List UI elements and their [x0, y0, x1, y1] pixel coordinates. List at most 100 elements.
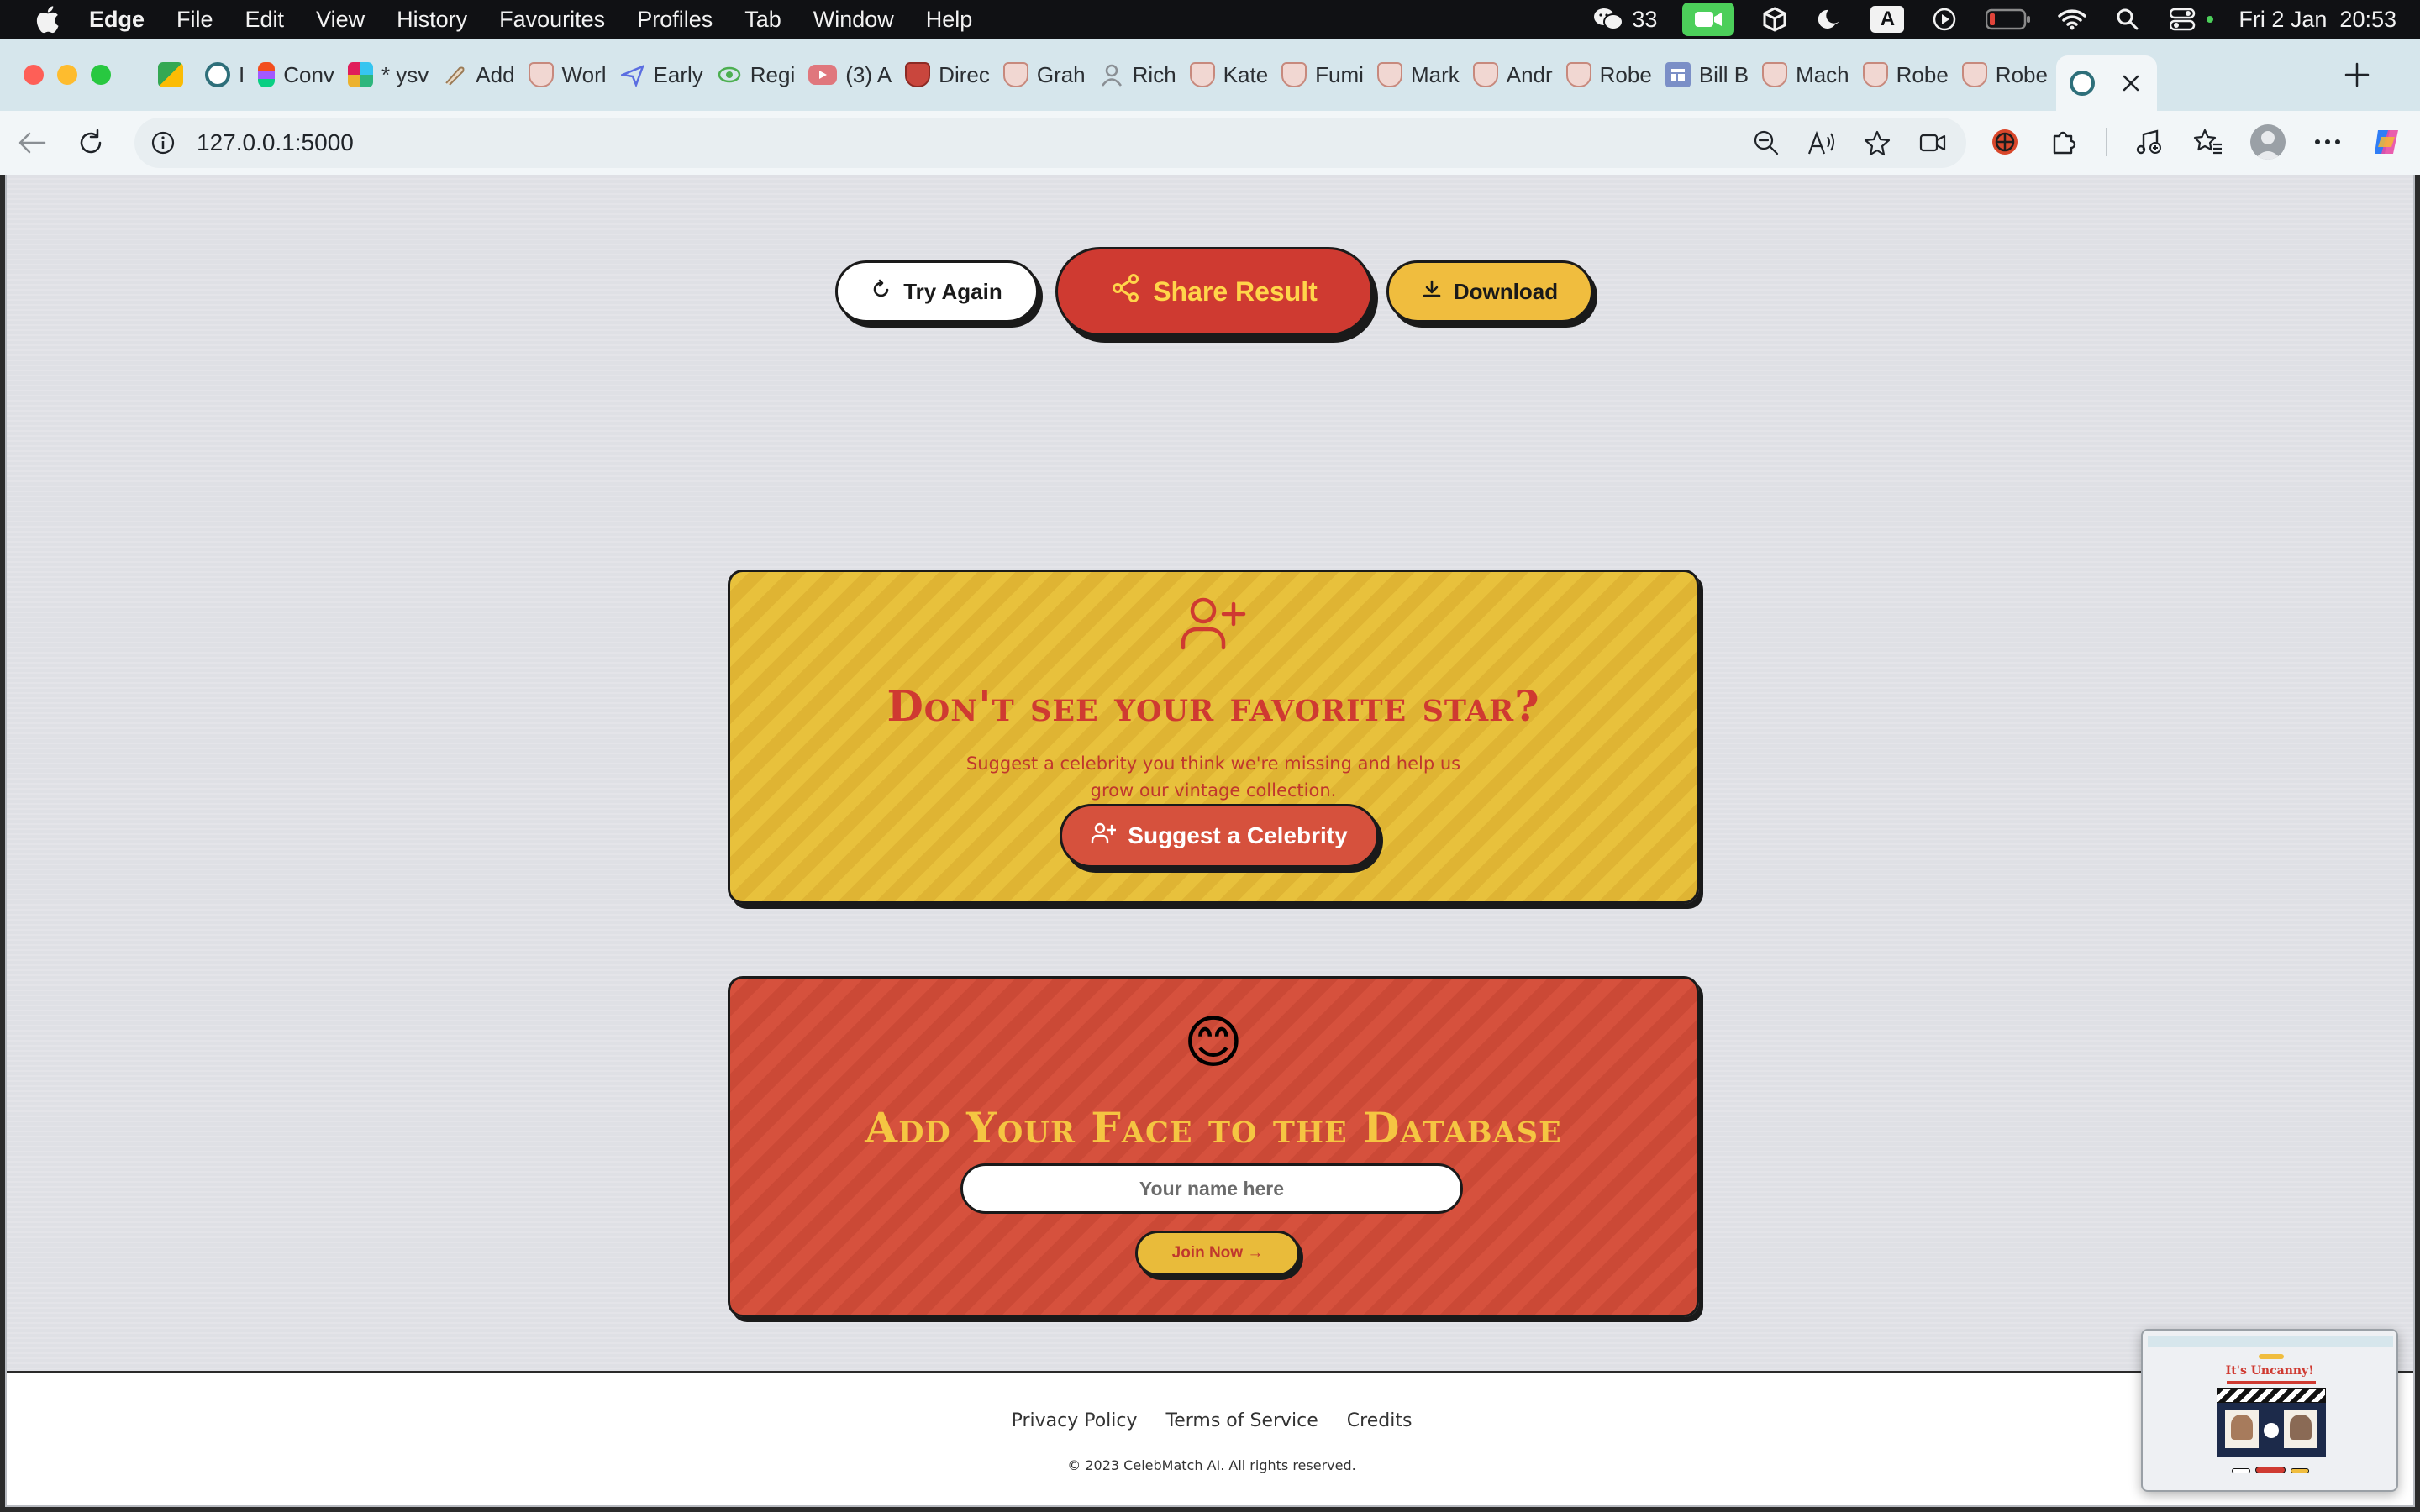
- menu-favourites[interactable]: Favourites: [499, 7, 605, 33]
- cube-app-icon[interactable]: [1760, 4, 1790, 34]
- meet-icon: [158, 62, 183, 87]
- screenshot-thumbnail[interactable]: It's Uncanny!: [2141, 1329, 2398, 1492]
- menu-file[interactable]: File: [176, 7, 213, 33]
- clock[interactable]: Fri 2 Jan 20:53: [2238, 7, 2396, 33]
- apple-menu-icon[interactable]: [30, 3, 64, 36]
- toolbar-divider: [2106, 128, 2107, 156]
- input-source-icon[interactable]: A: [1870, 6, 1905, 33]
- plane-icon: [620, 62, 645, 87]
- menu-window[interactable]: Window: [813, 7, 894, 33]
- wechat-status[interactable]: 33: [1593, 4, 1657, 34]
- profile-avatar[interactable]: [2250, 124, 2286, 160]
- battery-icon[interactable]: [1985, 4, 2032, 34]
- tab-19[interactable]: Robe: [1858, 51, 1957, 98]
- tab-0[interactable]: [153, 51, 200, 98]
- add-face-title: Add Your Face to the Database: [865, 1103, 1562, 1152]
- media-control-icon[interactable]: [2133, 125, 2166, 159]
- tab-10[interactable]: Grah: [998, 51, 1094, 98]
- terms-of-service-link[interactable]: Terms of Service: [1166, 1410, 1318, 1431]
- zoom-out-icon[interactable]: [1749, 126, 1783, 160]
- extensions-puzzle-icon[interactable]: [2047, 125, 2081, 159]
- wifi-icon[interactable]: [2057, 4, 2087, 34]
- tab-11[interactable]: Rich: [1094, 51, 1185, 98]
- shield-icon: [1472, 62, 1498, 87]
- menu-app-edge[interactable]: Edge: [89, 7, 145, 33]
- suggest-celebrity-button[interactable]: Suggest a Celebrity: [1060, 804, 1379, 868]
- tab-13[interactable]: Fumi: [1276, 51, 1372, 98]
- more-menu-icon[interactable]: [2311, 125, 2344, 159]
- menu-edit[interactable]: Edit: [245, 7, 285, 33]
- address-bar-tools: [1749, 126, 1949, 160]
- tab-7[interactable]: Regi: [712, 51, 803, 98]
- tab-4[interactable]: Add: [437, 51, 523, 98]
- join-now-button[interactable]: Join Now →: [1135, 1231, 1300, 1276]
- tab-17[interactable]: Bill B: [1660, 51, 1757, 98]
- thumb-result-panel: [2217, 1403, 2326, 1457]
- video-camera-icon[interactable]: [1916, 126, 1949, 160]
- new-tab-icon[interactable]: [2336, 54, 2378, 96]
- menu-help[interactable]: Help: [926, 7, 973, 33]
- recording-dot: [2207, 16, 2214, 23]
- site-info-icon[interactable]: [148, 128, 178, 158]
- tab-15[interactable]: Andr: [1468, 51, 1561, 98]
- thumb-download-button: [2291, 1468, 2309, 1473]
- reload-icon[interactable]: [72, 124, 109, 161]
- menubar-status-area: 33 A Fri 2 Jan 20:53: [1593, 0, 2396, 39]
- tab-label: (3) A: [845, 61, 892, 87]
- tab-1[interactable]: I: [200, 51, 253, 98]
- tab-9[interactable]: Direc: [900, 51, 998, 98]
- tab-16[interactable]: Robe: [1561, 51, 1660, 98]
- tab-5[interactable]: Worl: [523, 51, 615, 98]
- tab-2[interactable]: Conv: [253, 51, 343, 98]
- tab-14[interactable]: Mark: [1372, 51, 1468, 98]
- youtube-icon: [808, 65, 838, 85]
- close-window-button[interactable]: [24, 65, 44, 85]
- figma-icon: [258, 62, 276, 87]
- minimize-window-button[interactable]: [57, 65, 77, 85]
- close-tab-icon[interactable]: [2118, 71, 2144, 96]
- back-arrow-icon[interactable]: [13, 124, 50, 161]
- spotlight-search-icon[interactable]: [2112, 4, 2143, 34]
- wechat-icon: [1593, 4, 1624, 34]
- tab-18[interactable]: Mach: [1757, 51, 1858, 98]
- user-plus-icon: [730, 596, 1697, 651]
- tab-20[interactable]: Robe: [1957, 51, 2056, 98]
- tab-label: Regi: [750, 61, 796, 87]
- shield-icon: [905, 62, 931, 87]
- globe-extension-icon[interactable]: [1988, 125, 2022, 159]
- try-again-button[interactable]: Try Again: [835, 260, 1039, 323]
- menu-profiles[interactable]: Profiles: [637, 7, 713, 33]
- credits-link[interactable]: Credits: [1347, 1410, 1413, 1431]
- address-bar[interactable]: 127.0.0.1:5000: [134, 118, 1966, 168]
- download-button[interactable]: Download: [1386, 260, 1593, 323]
- facetime-camera-icon[interactable]: [1682, 3, 1735, 36]
- name-input[interactable]: [960, 1163, 1463, 1214]
- read-aloud-icon[interactable]: [1805, 126, 1839, 160]
- moon-icon[interactable]: [1815, 4, 1845, 34]
- control-center-icon[interactable]: [2168, 4, 2198, 34]
- favourite-star-icon[interactable]: [1860, 126, 1894, 160]
- menu-history[interactable]: History: [397, 7, 467, 33]
- privacy-policy-link[interactable]: Privacy Policy: [1012, 1410, 1138, 1431]
- share-result-button[interactable]: Share Result: [1055, 247, 1373, 336]
- tab-12[interactable]: Kate: [1185, 51, 1277, 98]
- tab-label: Direc: [939, 61, 990, 87]
- menu-tab[interactable]: Tab: [744, 7, 781, 33]
- shield-icon: [1281, 62, 1307, 87]
- tab-6[interactable]: Early: [615, 51, 712, 98]
- tab-label: Robe: [1896, 61, 1949, 87]
- shield-icon: [1961, 62, 1987, 87]
- shield-icon: [1002, 62, 1028, 87]
- menu-view[interactable]: View: [316, 7, 365, 33]
- thumb-badge: [2259, 1354, 2284, 1359]
- suggest-title: Don't see your favorite star?: [886, 681, 1540, 731]
- url-text[interactable]: 127.0.0.1:5000: [197, 129, 354, 156]
- tab-active[interactable]: [2055, 55, 2157, 111]
- copilot-icon[interactable]: [2370, 125, 2403, 159]
- play-circle-icon[interactable]: [1929, 4, 1960, 34]
- tab-label: Mach: [1796, 61, 1849, 87]
- tab-3[interactable]: * ysv: [343, 51, 437, 98]
- zoom-window-button[interactable]: [91, 65, 111, 85]
- favourites-list-icon[interactable]: [2191, 125, 2225, 159]
- tab-8[interactable]: (3) A: [803, 51, 900, 98]
